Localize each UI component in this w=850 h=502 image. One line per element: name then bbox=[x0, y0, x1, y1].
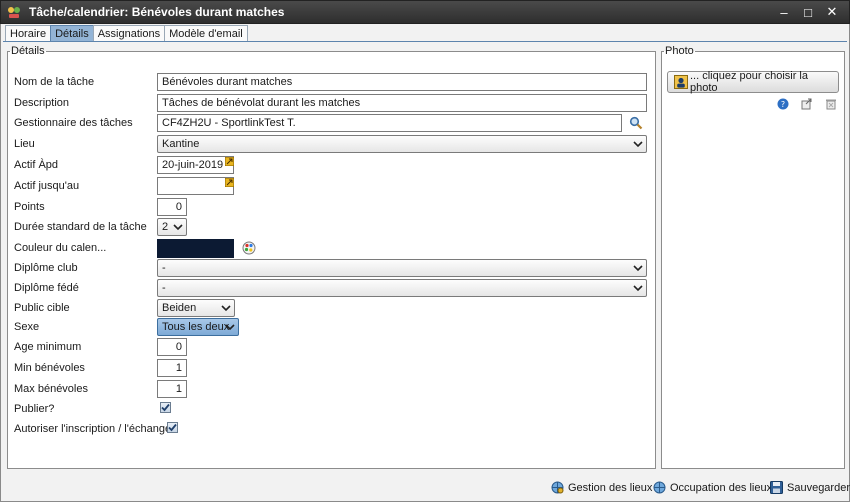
max-volunteers-label: Max bénévoles bbox=[14, 383, 88, 395]
federation-diploma-label: Diplôme fédé bbox=[14, 282, 79, 294]
help-icon[interactable]: ? bbox=[776, 97, 790, 111]
description-label: Description bbox=[14, 97, 70, 109]
location-select[interactable]: Kantine bbox=[157, 135, 647, 153]
chevron-down-icon bbox=[225, 324, 235, 331]
points-label: Points bbox=[14, 201, 45, 213]
allow-signup-label: Autoriser l'inscription / l'échange? bbox=[14, 423, 178, 435]
chevron-down-icon bbox=[633, 285, 643, 292]
date-picker-icon[interactable] bbox=[225, 157, 234, 166]
person-photo-icon bbox=[674, 75, 688, 89]
details-legend: Détails bbox=[11, 45, 45, 57]
max-volunteers-input[interactable]: 1 bbox=[157, 380, 187, 398]
federation-diploma-value: - bbox=[162, 282, 166, 294]
window-title: Tâche/calendrier: Bénévoles durant match… bbox=[29, 5, 285, 19]
location-occupancy-label: Occupation des lieux bbox=[670, 481, 773, 494]
tab-assignations[interactable]: Assignations bbox=[92, 25, 166, 41]
location-label: Lieu bbox=[14, 138, 35, 150]
minimize-button[interactable]: – bbox=[773, 3, 795, 21]
club-diploma-label: Diplôme club bbox=[14, 262, 78, 274]
publish-label: Publier? bbox=[14, 403, 55, 415]
active-until-input[interactable] bbox=[157, 177, 234, 195]
title-bar: Tâche/calendrier: Bénévoles durant match… bbox=[0, 0, 850, 24]
choose-photo-button[interactable]: ... cliquez pour choisir la photo bbox=[667, 70, 839, 94]
photo-group: Photo ... cliquez pour choisir la photo … bbox=[661, 45, 845, 469]
location-occupancy-button[interactable]: Occupation des lieux bbox=[653, 481, 772, 494]
min-age-label: Age minimum bbox=[14, 341, 82, 353]
date-picker-icon[interactable] bbox=[225, 178, 234, 187]
task-name-label: Nom de la tâche bbox=[14, 76, 95, 88]
tab-email-template[interactable]: Modèle d'email bbox=[164, 25, 248, 41]
export-icon[interactable] bbox=[800, 97, 814, 111]
chevron-down-icon bbox=[633, 141, 643, 148]
standard-duration-value: 2 bbox=[162, 221, 169, 233]
bottom-toolbar: Gestion des lieux Occupation des lieux S… bbox=[1, 478, 850, 500]
federation-diploma-select[interactable]: - bbox=[157, 279, 647, 297]
globe-icon bbox=[653, 481, 666, 494]
target-audience-label: Public cible bbox=[14, 302, 70, 314]
save-button[interactable]: Sauvegarder bbox=[770, 481, 850, 494]
tab-details[interactable]: Détails bbox=[50, 25, 94, 42]
active-until-label: Actif jusqu'au bbox=[14, 180, 80, 192]
min-volunteers-label: Min bénévoles bbox=[14, 362, 85, 374]
gender-value: Tous les deux bbox=[162, 321, 230, 333]
manage-locations-label: Gestion des lieux bbox=[568, 481, 653, 494]
app-icon bbox=[7, 5, 21, 19]
task-manager-input[interactable]: CF4ZH2U - SportlinkTest T. bbox=[157, 114, 622, 132]
svg-text:?: ? bbox=[781, 100, 785, 109]
min-age-input[interactable]: 0 bbox=[157, 338, 187, 356]
gender-select[interactable]: Tous les deux bbox=[157, 318, 239, 336]
chevron-down-icon bbox=[633, 265, 643, 272]
club-diploma-value: - bbox=[162, 262, 166, 274]
search-icon[interactable] bbox=[628, 115, 644, 131]
description-input[interactable]: Tâches de bénévolat durant les matches bbox=[157, 94, 647, 112]
chevron-down-icon bbox=[173, 224, 183, 231]
choose-photo-label: ... cliquez pour choisir la photo bbox=[690, 70, 808, 94]
standard-duration-select[interactable]: 2 bbox=[157, 218, 187, 236]
active-from-label: Actif Àpd bbox=[14, 159, 59, 171]
chevron-down-icon bbox=[221, 305, 231, 312]
target-audience-value: Beiden bbox=[162, 302, 197, 314]
photo-legend: Photo bbox=[665, 45, 694, 57]
task-name-input[interactable]: Bénévoles durant matches bbox=[157, 73, 647, 91]
gender-label: Sexe bbox=[14, 321, 40, 333]
target-audience-select[interactable]: Beiden bbox=[157, 299, 235, 317]
min-volunteers-input[interactable]: 1 bbox=[157, 359, 187, 377]
location-value: Kantine bbox=[162, 138, 200, 150]
tab-strip: Horaire Détails Assignations Modèle d'em… bbox=[5, 25, 248, 42]
globe-gear-icon bbox=[551, 481, 564, 494]
manage-locations-button[interactable]: Gestion des lieux bbox=[551, 481, 652, 494]
publish-checkbox[interactable] bbox=[160, 402, 171, 413]
active-from-input[interactable]: 20-juin-2019 bbox=[157, 156, 234, 174]
tab-horaire[interactable]: Horaire bbox=[5, 25, 52, 41]
standard-duration-label: Durée standard de la tâche bbox=[14, 221, 147, 233]
color-palette-icon[interactable] bbox=[241, 240, 257, 256]
allow-signup-checkbox[interactable] bbox=[167, 422, 178, 433]
task-manager-label: Gestionnaire des tâches bbox=[14, 117, 133, 129]
floppy-disk-icon bbox=[770, 481, 783, 494]
maximize-button[interactable]: □ bbox=[797, 3, 819, 21]
dialog-body: Horaire Détails Assignations Modèle d'em… bbox=[0, 24, 850, 502]
save-label: Sauvegarder bbox=[787, 481, 850, 494]
points-input[interactable]: 0 bbox=[157, 198, 187, 216]
club-diploma-select[interactable]: - bbox=[157, 259, 647, 277]
calendar-color-swatch[interactable] bbox=[157, 239, 234, 258]
calendar-color-label: Couleur du calen... bbox=[14, 242, 107, 254]
details-group: Détails Nom de la tâche Bénévoles durant… bbox=[7, 45, 656, 469]
close-button[interactable]: ✕ bbox=[821, 3, 843, 21]
delete-icon[interactable] bbox=[824, 97, 838, 111]
